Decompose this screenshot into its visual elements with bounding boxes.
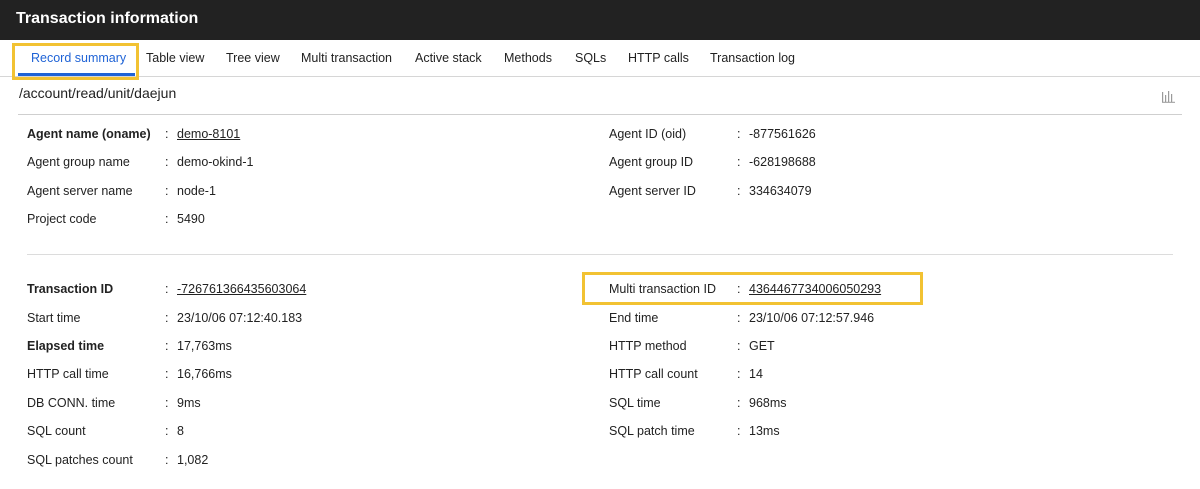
field-value: 23/10/06 07:12:57.946 [749,311,875,325]
field-colon: : [165,339,169,353]
tab-multi-transaction[interactable]: Multi transaction [301,40,392,77]
path-row: /account/read/unit/daejun [0,77,1200,115]
field-colon: : [737,155,741,169]
field-label: SQL patches count [27,453,133,467]
field-value: 17,763ms [177,339,232,353]
field-label: Agent server name [27,184,133,198]
field-value: 9ms [177,396,201,410]
field-colon: : [737,184,741,198]
field-value: 968ms [749,396,787,410]
field-colon: : [165,282,169,296]
field-label: DB CONN. time [27,396,116,410]
transaction-id-link[interactable]: -7267613664356030​64 [177,282,306,296]
tab-tree-view[interactable]: Tree view [226,40,280,77]
field-value: 14 [749,367,763,381]
field-colon: : [165,453,169,467]
tab-table-view[interactable]: Table view [146,40,204,77]
field-colon: : [737,127,741,141]
field-label: HTTP method [609,339,687,353]
bar-chart-icon[interactable] [1161,89,1177,103]
active-tab-indicator [18,73,135,76]
field-label: Start time [27,311,81,325]
field-value: GET [749,339,775,353]
agent-name-link[interactable]: demo-8101 [177,127,240,141]
field-value: -628198688 [749,155,816,169]
tab-active-stack[interactable]: Active stack [415,40,482,77]
field-colon: : [165,367,169,381]
field-value: 5490 [177,212,205,226]
field-colon: : [165,396,169,410]
tab-record-summary[interactable]: Record summary [31,40,126,77]
field-colon: : [165,155,169,169]
field-colon: : [737,282,741,296]
field-colon: : [165,184,169,198]
field-label: Agent ID (oid) [609,127,687,141]
field-colon: : [737,367,741,381]
field-label: End time [609,311,659,325]
field-colon: : [737,339,741,353]
window-title: Transaction information [0,0,1200,40]
tab-http-calls[interactable]: HTTP calls [628,40,689,77]
field-label: Multi transaction ID [609,282,716,296]
field-colon: : [165,311,169,325]
field-label: Elapsed time [27,339,105,353]
field-value: 1,082 [177,453,209,467]
field-colon: : [737,311,741,325]
transaction-path: /account/read/unit/daejun [19,85,177,101]
field-label: Transaction ID [27,282,114,296]
tab-methods[interactable]: Methods [504,40,552,77]
field-colon: : [165,212,169,226]
field-colon: : [737,424,741,438]
field-value: 334634079 [749,184,812,198]
field-label: Agent server ID [609,184,696,198]
field-label: Agent name (oname) [27,127,151,141]
tab-transaction-log[interactable]: Transaction log [710,40,795,77]
field-label: HTTP call time [27,367,109,381]
tab-sqls[interactable]: SQLs [575,40,606,77]
field-label: Agent group name [27,155,130,169]
field-label: HTTP call count [609,367,698,381]
field-label: Project code [27,212,97,226]
field-label: Agent group ID [609,155,694,169]
field-value: 16,766ms [177,367,232,381]
section-divider [27,254,1173,255]
field-colon: : [165,424,169,438]
multi-transaction-id-link[interactable]: 4364467734006050293 [749,282,881,296]
field-value: 23/10/06 07:12:40.183 [177,311,303,325]
field-colon: : [165,127,169,141]
field-value: demo-okind-1 [177,155,254,169]
field-value: 13ms [749,424,780,438]
field-value: -877561626 [749,127,816,141]
field-label: SQL time [609,396,661,410]
field-label: SQL patch time [609,424,695,438]
field-value: node-1 [177,184,216,198]
field-label: SQL count [27,424,86,438]
tab-bar: Record summary Table view Tree view Mult… [0,40,1200,77]
field-value: 8 [177,424,184,438]
path-divider [18,114,1182,115]
field-colon: : [737,396,741,410]
